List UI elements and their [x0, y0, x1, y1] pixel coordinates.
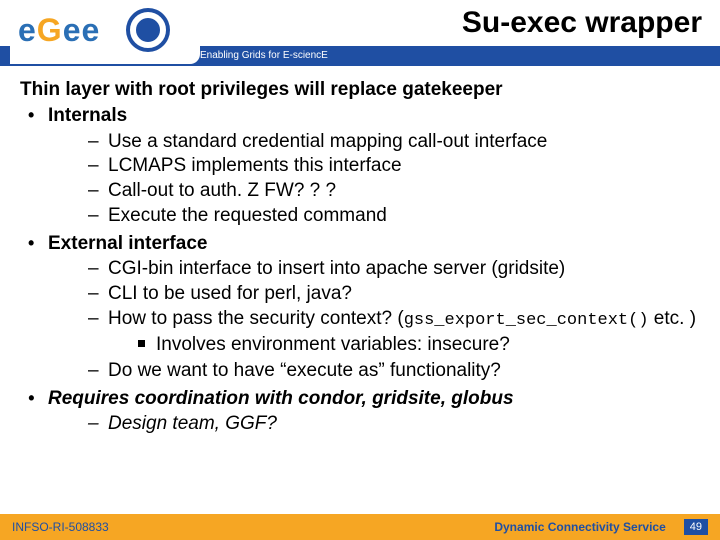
footer-right-text: Dynamic Connectivity Service: [494, 520, 665, 534]
header-tagline: Enabling Grids for E-sciencE: [200, 46, 328, 66]
slide-footer: INFSO-RI-508833 Dynamic Connectivity Ser…: [0, 514, 720, 540]
footer-left: INFSO-RI-508833: [12, 520, 109, 534]
dash-item: Use a standard credential mapping call-o…: [88, 130, 700, 154]
logo-text: eGee: [18, 12, 100, 49]
dash-item: Execute the requested command: [88, 204, 700, 228]
dash-item: CGI-bin interface to insert into apache …: [88, 257, 700, 281]
bullet-requires: Requires coordination with condor, grids…: [20, 387, 700, 437]
dash-item: Do we want to have “execute as” function…: [88, 359, 700, 383]
dash-item: How to pass the security context? (gss_e…: [88, 307, 700, 357]
dash-text: How to pass the security context? (: [108, 308, 404, 329]
page-number: 49: [684, 519, 708, 535]
slide-header: Su-exec wrapper Enabling Grids for E-sci…: [0, 0, 720, 66]
dash-text: etc. ): [649, 308, 697, 329]
logo-letter: ee: [63, 12, 101, 48]
bullet-external: External interface CGI-bin interface to …: [20, 232, 700, 383]
logo-circle-icon: [126, 8, 170, 52]
dash-item: Call-out to auth. Z FW? ? ?: [88, 179, 700, 203]
slide-content: Thin layer with root privileges will rep…: [0, 66, 720, 436]
dash-item: Design team, GGF?: [88, 412, 700, 436]
logo-letter: G: [37, 12, 63, 48]
bullet-label: Requires coordination with condor, grids…: [48, 388, 514, 409]
lead-text: Thin layer with root privileges will rep…: [20, 78, 700, 102]
dash-item: LCMAPS implements this interface: [88, 154, 700, 178]
code-text: gss_export_sec_context(): [404, 311, 649, 330]
square-item: Involves environment variables: insecure…: [138, 333, 700, 357]
egee-logo: eGee: [10, 2, 200, 64]
bullet-internals: Internals Use a standard credential mapp…: [20, 104, 700, 228]
bullet-label: External interface: [48, 233, 207, 254]
logo-letter: e: [18, 12, 37, 48]
dash-item: CLI to be used for perl, java?: [88, 282, 700, 306]
bullet-label: Internals: [48, 105, 127, 126]
